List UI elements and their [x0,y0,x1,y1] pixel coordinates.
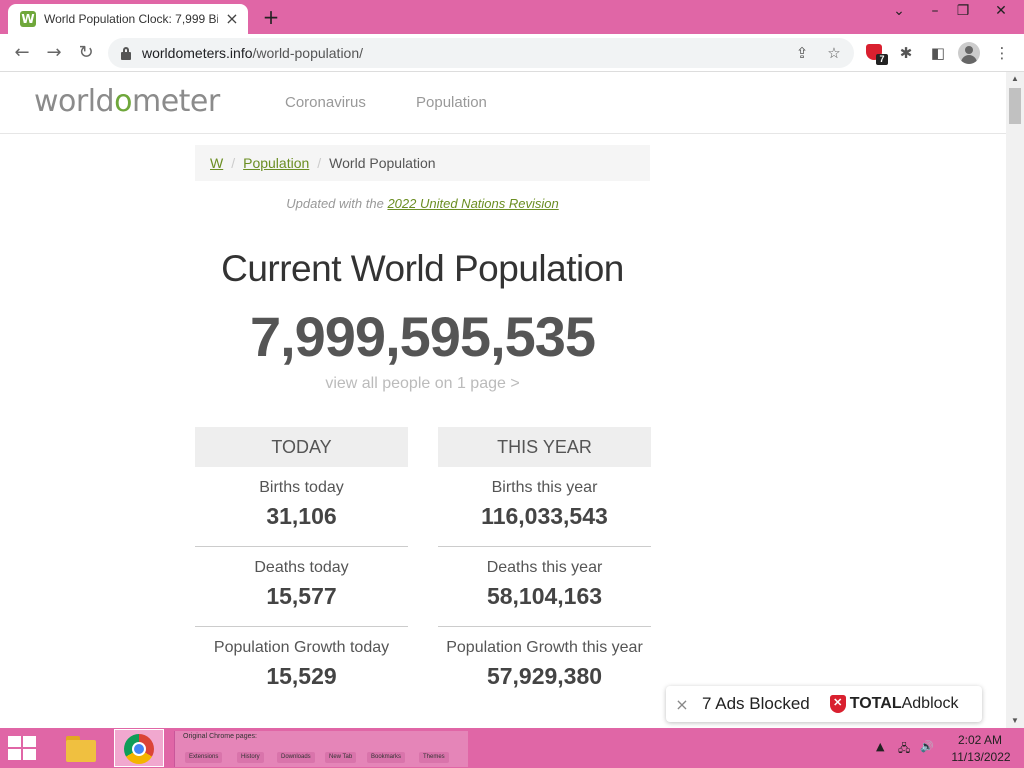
windows-start-icon[interactable] [8,736,38,762]
stat-value: 57,929,380 [486,663,603,689]
updated-note: Updated with the 2022 United Nations Rev… [286,196,559,211]
reload-icon[interactable]: ↻ [72,39,100,67]
stat-deaths-today: Deaths today 15,577 [195,547,408,627]
breadcrumb-current: World Population [329,155,436,171]
stat-growth-this-year: Population Growth this year 57,929,380 [438,627,651,707]
forward-arrow-icon[interactable]: → [40,39,68,67]
stat-value: 15,529 [266,663,337,689]
stat-value: 116,033,543 [481,503,608,529]
restore-button[interactable]: ❐ [946,0,980,26]
today-column: TODAY Births today 31,106 Deaths today 1… [195,427,408,707]
breadcrumb-home-link[interactable]: W [210,155,223,171]
lock-icon[interactable] [120,46,132,60]
worldometer-logo[interactable]: worldometer [34,84,220,119]
show-hidden-icons-icon[interactable]: ▲ [876,740,884,753]
stat-label: Deaths today [254,559,349,576]
nav-population[interactable]: Population [416,94,487,111]
stat-label: Births today [259,479,344,496]
view-all-people-link[interactable]: view all people on 1 page > [195,375,650,393]
windows-taskbar: Original Chrome pages: Extensions Histor… [0,728,1024,768]
chrome-window-preview[interactable]: Original Chrome pages: Extensions Histor… [174,731,468,767]
adblock-shield-icon: ✕ [829,695,846,713]
url-text[interactable]: worldometers.info/world-population/ [142,45,363,61]
side-panel-icon[interactable]: ◧ [924,39,952,67]
stat-value: 58,104,163 [486,583,603,609]
extensions-puzzle-icon[interactable]: ✱ [892,39,920,67]
preview-button[interactable]: Extensions [185,752,223,763]
scrollbar-thumb[interactable] [1009,88,1021,124]
breadcrumb-separator: / [317,155,322,171]
browser-toolbar: ← → ↻ worldometers.info/world-population… [0,34,1024,72]
scroll-up-arrow-icon[interactable]: ▲ [1006,72,1024,86]
adblock-toast: × 7 Ads Blocked ✕ TOTALAdblock [666,686,982,722]
clock-time[interactable]: 2:02 AM [955,733,1005,747]
tab-search-icon[interactable]: ⌄ [882,0,916,26]
toast-close-icon[interactable]: × [666,695,698,714]
un-revision-link[interactable]: 2022 United Nations Revision [387,196,558,211]
stat-births-today: Births today 31,106 [195,467,408,547]
stat-births-this-year: Births this year 116,033,543 [438,467,651,547]
new-tab-button[interactable]: + [260,6,282,28]
ads-blocked-message: 7 Ads Blocked [702,694,810,713]
world-population-counter: 7,999,595,535 [249,305,596,368]
page-scrollbar[interactable]: ▲ ▼ [1006,72,1024,728]
preview-title: Original Chrome pages: [183,733,257,740]
preview-button[interactable]: Downloads [277,752,315,763]
stat-deaths-this-year: Deaths this year 58,104,163 [438,547,651,627]
breadcrumb: W / Population / World Population [195,145,650,181]
breadcrumb-separator: / [231,155,236,171]
stat-label: Population Growth today [213,639,390,656]
share-icon[interactable]: ⇪ [788,38,816,68]
site-header: worldometer Coronavirus Population [0,72,1006,134]
back-arrow-icon[interactable]: ← [8,39,36,67]
worldometer-favicon-icon: W [20,11,36,27]
stat-value: 15,577 [266,583,337,609]
more-menu-icon[interactable]: ⋮ [988,39,1016,67]
breadcrumb-population-link[interactable]: Population [243,155,309,171]
chrome-taskbar-icon[interactable] [114,729,164,767]
stat-value: 31,106 [266,503,337,529]
preview-button[interactable]: History [237,752,264,763]
address-bar[interactable]: worldometers.info/world-population/ ⇪ ☆ [108,38,854,68]
nav-coronavirus[interactable]: Coronavirus [285,94,366,111]
today-heading: TODAY [195,427,408,467]
file-explorer-icon[interactable] [58,730,104,768]
page-content: worldometer Coronavirus Population W / P… [0,72,1006,728]
preview-button[interactable]: Themes [419,752,449,763]
bookmark-star-icon[interactable]: ☆ [820,38,848,68]
tab-title: World Population Clock: 7,999 Billion [44,12,218,26]
this-year-column: THIS YEAR Births this year 116,033,543 D… [438,427,651,707]
browser-title-bar: W World Population Clock: 7,999 Billion … [0,0,1024,34]
profile-avatar-icon[interactable] [958,42,980,64]
extension-badge: 7 [876,54,888,65]
preview-button[interactable]: New Tab [325,752,357,763]
stat-label: Deaths this year [486,559,603,576]
stat-label: Births this year [491,479,598,496]
total-adblock-brand: TOTALAdblock [849,695,959,712]
volume-icon[interactable]: 🔊 [920,740,934,753]
stat-growth-today: Population Growth today 15,529 [195,627,408,707]
page-title: Current World Population [221,248,624,289]
this-year-heading: THIS YEAR [438,427,651,467]
preview-button[interactable]: Bookmarks [367,752,406,763]
browser-tab[interactable]: W World Population Clock: 7,999 Billion … [8,4,248,34]
network-icon[interactable]: 🖧 [898,740,910,759]
tab-close-icon[interactable]: × [224,11,240,27]
close-window-button[interactable]: ✕ [984,0,1018,26]
clock-date[interactable]: 11/13/2022 [948,750,1014,764]
scroll-down-arrow-icon[interactable]: ▼ [1006,714,1024,728]
stat-label: Population Growth this year [446,639,643,656]
